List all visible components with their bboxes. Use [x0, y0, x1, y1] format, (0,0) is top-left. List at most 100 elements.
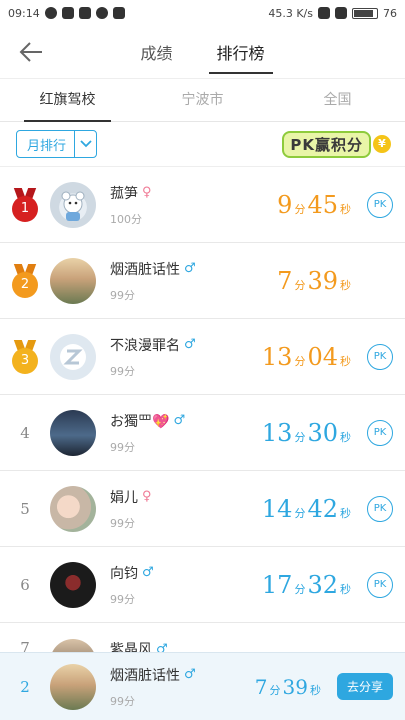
battery-level: 76	[383, 6, 397, 20]
tab-leaderboard[interactable]: 排行榜	[208, 30, 273, 74]
tab-national[interactable]: 全国	[270, 79, 405, 121]
avatar[interactable]	[50, 409, 96, 456]
list-item[interactable]: 6 向钧 ♂ 99分 17 分32 秒 PK	[0, 547, 405, 623]
status-time: 09:14	[8, 6, 40, 20]
tab-city[interactable]: 宁波市	[135, 79, 270, 121]
pk-button[interactable]: PK	[367, 191, 393, 218]
signal-icon	[318, 7, 330, 19]
user-score: 99分	[110, 440, 135, 454]
leaderboard-list: 1 菰笋 ♀ 100分 9 分45 秒 PK 2 烟酒脏话性 ♂ 99分 7 分…	[0, 166, 405, 663]
male-icon: ♂	[184, 261, 196, 276]
user-info: 娟儿 ♀ 99分	[110, 487, 262, 531]
avatar[interactable]	[50, 181, 96, 228]
my-user-score: 99分	[110, 694, 135, 708]
rank-cell: 1	[0, 187, 50, 222]
user-name: 不浪漫罪名 ♂	[110, 335, 262, 355]
list-item[interactable]: 1 菰笋 ♀ 100分 9 分45 秒 PK	[0, 167, 405, 243]
share-button[interactable]: 去分享	[336, 673, 393, 700]
completion-time: 13 分04 秒	[261, 342, 351, 371]
period-select[interactable]: 月排行	[16, 130, 98, 158]
rank-number: 6	[20, 575, 30, 594]
male-icon: ♂	[142, 565, 154, 580]
avatar[interactable]	[50, 561, 96, 608]
my-avatar[interactable]	[50, 663, 96, 710]
user-name-text: 不浪漫罪名	[110, 337, 180, 354]
rank-cell: 6	[0, 576, 50, 594]
user-score: 100分	[110, 212, 142, 226]
rank-number: 5	[20, 499, 30, 518]
period-select-label: 月排行	[27, 138, 67, 154]
rank-cell: 5	[0, 500, 50, 518]
pk-button[interactable]: PK	[367, 343, 393, 370]
completion-time: 17 分32 秒	[261, 570, 351, 599]
user-name: 烟酒脏话性 ♂	[110, 259, 277, 279]
pk-button[interactable]: PK	[367, 495, 393, 522]
wifi-icon	[335, 7, 347, 19]
user-name-text: 向钧	[110, 565, 138, 582]
silver-medal-icon: 2	[12, 263, 38, 298]
user-info: 向钧 ♂ 99分	[110, 563, 262, 607]
my-completion-time: 7 分 39 秒	[254, 674, 321, 699]
my-user-name: 烟酒脏话性 ♂	[110, 665, 255, 685]
completion-time: 9 分45 秒	[277, 190, 351, 219]
list-item[interactable]: 5 娟儿 ♀ 99分 14 分42 秒 PK	[0, 471, 405, 547]
nav-bar: 成绩 排行榜	[0, 26, 405, 78]
my-rank-number: 2	[20, 677, 30, 696]
user-score: 99分	[110, 516, 135, 530]
male-icon: ♂	[184, 337, 196, 352]
gold-medal-icon: 1	[12, 187, 38, 222]
my-user-name-text: 烟酒脏话性	[110, 667, 180, 684]
completion-time: 13 分30 秒	[261, 418, 351, 447]
user-info: 菰笋 ♀ 100分	[110, 183, 277, 227]
bronze-medal-icon: 3	[12, 339, 38, 374]
tab-driving-school[interactable]: 红旗驾校	[0, 79, 135, 122]
header-tabs: 成绩 排行榜	[136, 30, 273, 74]
completion-time: 14 分42 秒	[261, 494, 351, 523]
pk-points-banner[interactable]: PK赢积分 ¥	[282, 130, 391, 158]
rank-cell: 2	[0, 263, 50, 298]
user-score: 99分	[110, 364, 135, 378]
status-right: 45.3 K/s 76	[268, 7, 397, 20]
user-name: 菰笋 ♀	[110, 183, 277, 203]
avatar[interactable]	[50, 257, 96, 304]
user-name-text: 烟酒脏话性	[110, 261, 180, 278]
completion-time: 7 分39 秒	[277, 266, 351, 295]
user-info: 烟酒脏话性 ♂ 99分	[110, 259, 277, 303]
pk-button[interactable]: PK	[367, 419, 393, 446]
battery-icon	[352, 7, 378, 19]
network-speed: 45.3 K/s	[268, 6, 313, 20]
male-icon: ♂	[173, 413, 186, 428]
user-name: 向钧 ♂	[110, 563, 262, 583]
user-name-text: 娟儿	[110, 489, 138, 506]
list-item[interactable]: 2 烟酒脏话性 ♂ 99分 7 分39 秒	[0, 243, 405, 319]
female-icon: ♀	[142, 185, 152, 200]
list-item[interactable]: 4 お獨罒💖 ♂ 99分 13 分30 秒 PK	[0, 395, 405, 471]
list-item[interactable]: 3 不浪漫罪名 ♂ 99分 13 分04 秒 PK	[0, 319, 405, 395]
user-name: お獨罒💖 ♂	[110, 411, 262, 431]
user-name: 娟儿 ♀	[110, 487, 262, 507]
chevron-down-icon	[74, 131, 96, 157]
rank-cell: 2	[0, 678, 50, 696]
qq-icon	[95, 7, 108, 19]
mail-icon	[112, 7, 125, 19]
male-icon: ♂	[184, 667, 196, 682]
tab-scores[interactable]: 成绩	[136, 30, 176, 74]
user-score: 99分	[110, 288, 135, 302]
rank-cell: 4	[0, 424, 50, 442]
user-info: 不浪漫罪名 ♂ 99分	[110, 335, 262, 379]
my-user-info: 烟酒脏话性 ♂ 99分	[110, 665, 255, 709]
pk-button[interactable]: PK	[367, 571, 393, 598]
status-bar: 09:14 45.3 K/s 76	[0, 0, 405, 26]
my-rank-bar: 2 烟酒脏话性 ♂ 99分 7 分 39 秒 去分享	[0, 652, 405, 720]
app-notification-icon	[61, 7, 74, 19]
back-arrow-icon[interactable]	[18, 40, 44, 64]
rank-number: 4	[20, 423, 30, 442]
female-icon: ♀	[142, 489, 152, 504]
pk-banner-text: PK赢积分	[282, 130, 371, 158]
status-left: 09:14	[8, 7, 125, 20]
avatar[interactable]	[50, 333, 96, 380]
notification-icon	[44, 7, 57, 19]
avatar[interactable]	[50, 485, 96, 532]
user-score: 99分	[110, 592, 135, 606]
rank-cell: 3	[0, 339, 50, 374]
